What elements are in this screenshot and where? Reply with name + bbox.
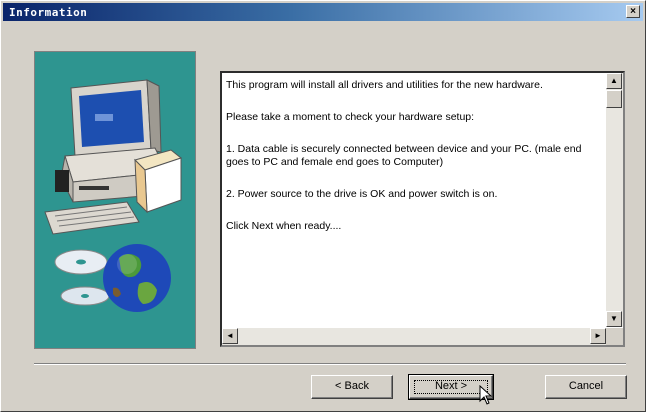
window-title: Information [9, 6, 88, 19]
horizontal-scrollbar[interactable]: ◄ ► [222, 328, 606, 345]
button-separator [34, 363, 626, 365]
info-line-check: Please take a moment to check your hardw… [226, 111, 475, 123]
vertical-scrollbar[interactable]: ▲ ▼ [606, 73, 623, 327]
up-arrow-icon: ▲ [610, 76, 618, 85]
close-icon: × [630, 6, 636, 17]
info-text-area[interactable]: This program will install all drivers an… [220, 71, 625, 347]
title-bar[interactable]: Information × [3, 3, 643, 21]
cancel-button-label: Cancel [568, 380, 604, 392]
back-button[interactable]: < Back [311, 375, 393, 399]
back-button-label: < Back [335, 380, 369, 392]
right-arrow-icon: ► [594, 331, 602, 340]
focus-rectangle [414, 380, 488, 394]
info-line-intro: This program will install all drivers an… [226, 79, 543, 91]
scrollbar-corner [606, 328, 623, 345]
left-arrow-icon: ◄ [226, 331, 234, 340]
cancel-button[interactable]: Cancel [545, 375, 627, 399]
scroll-down-button[interactable]: ▼ [606, 311, 622, 327]
down-arrow-icon: ▼ [610, 314, 618, 323]
scroll-left-button[interactable]: ◄ [222, 328, 238, 344]
mouse-cursor-icon [479, 385, 493, 405]
info-text-content: This program will install all drivers an… [226, 79, 601, 252]
info-line-cable: 1. Data cable is securely connected betw… [226, 143, 582, 168]
vertical-scroll-thumb[interactable] [606, 90, 622, 108]
scroll-up-button[interactable]: ▲ [606, 73, 622, 89]
close-button[interactable]: × [626, 5, 640, 18]
info-line-next: Click Next when ready.... [226, 220, 342, 232]
info-line-power: 2. Power source to the drive is OK and p… [226, 188, 498, 200]
setup-dialog-window: Information × This program will install … [0, 0, 646, 412]
globe-icon [103, 244, 171, 312]
scroll-right-button[interactable]: ► [590, 328, 606, 344]
setup-illustration-panel [34, 51, 196, 349]
